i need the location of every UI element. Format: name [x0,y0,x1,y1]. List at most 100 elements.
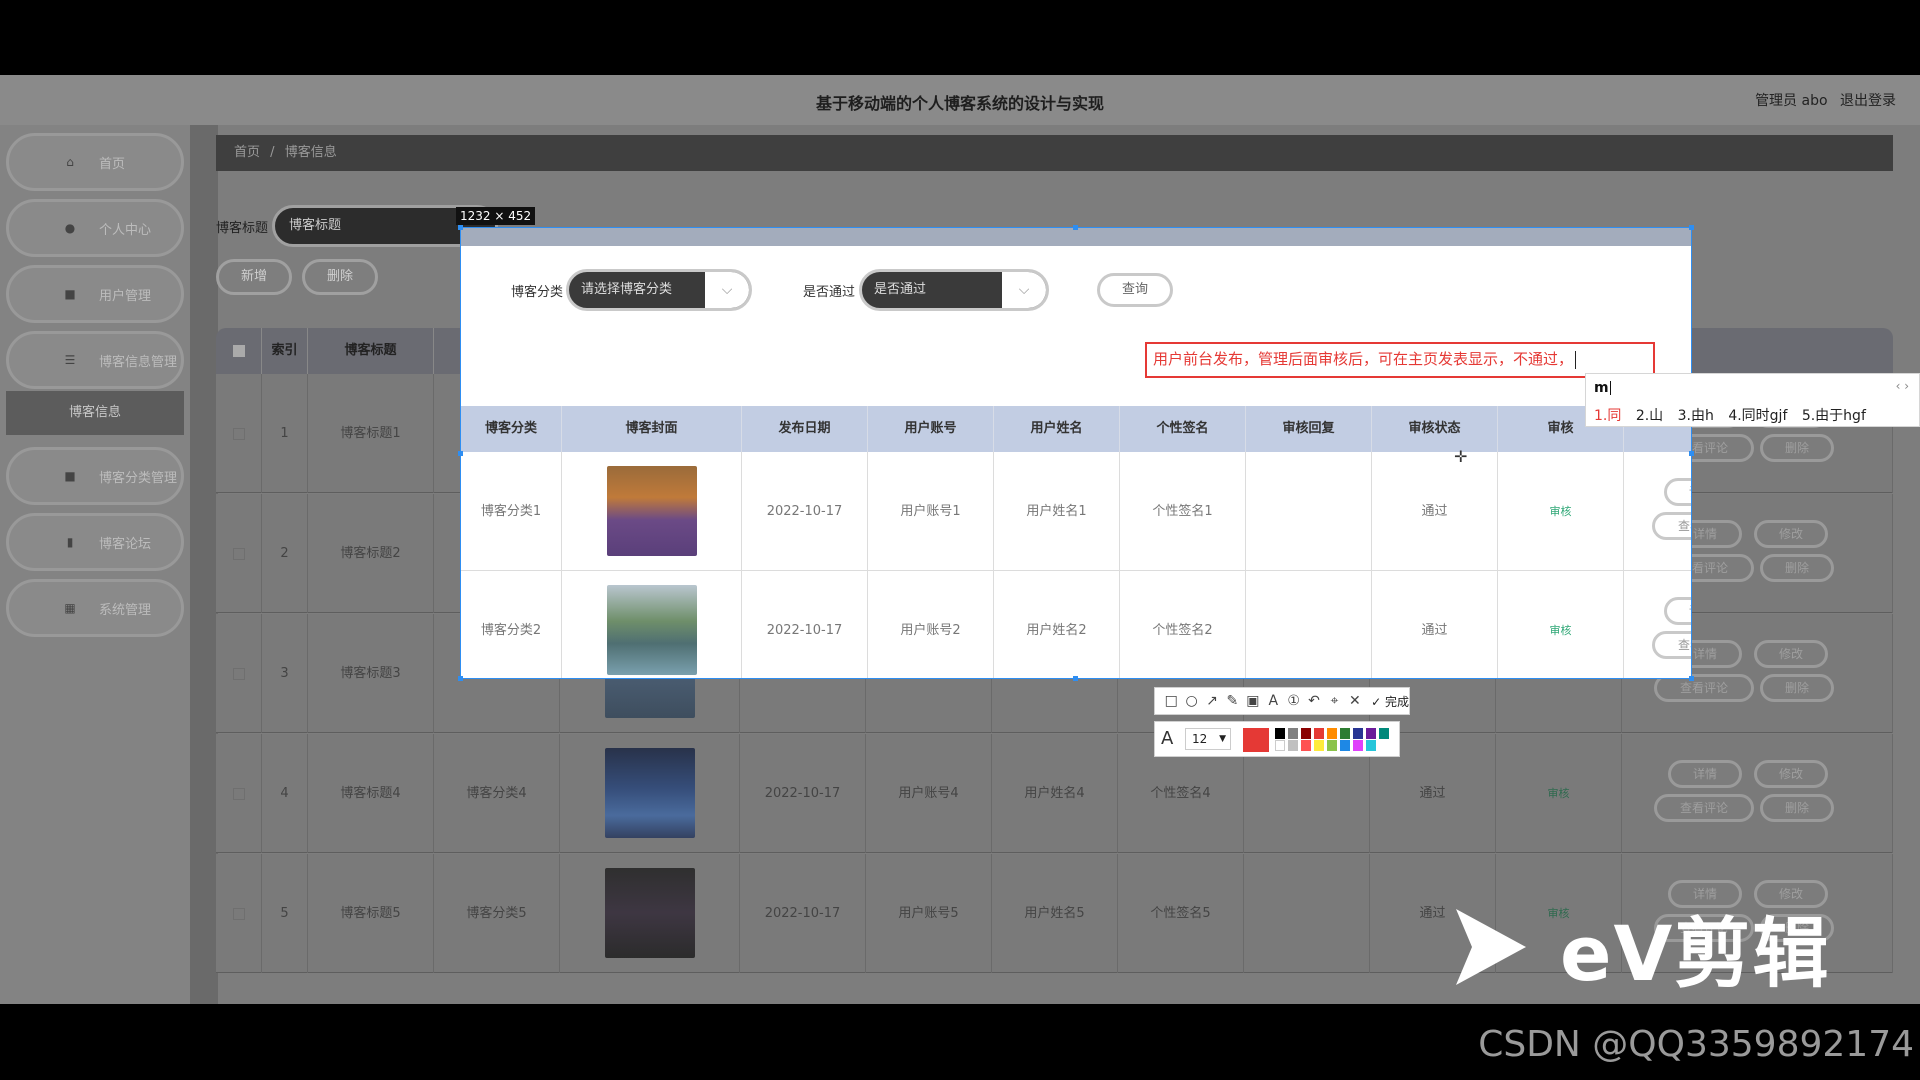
color-swatch[interactable] [1340,728,1350,739]
delete-button[interactable]: 删除 [1760,434,1834,462]
sidebar-item-users[interactable]: ■ 用户管理 [6,265,184,323]
color-swatch[interactable] [1301,740,1311,751]
edit-button[interactable]: 修改 [1754,640,1828,668]
cell-review-link[interactable]: 审核 [1496,734,1622,853]
font-size-select[interactable]: 12 ▼ [1185,728,1231,750]
ime-page-arrows-icon[interactable]: ‹ › [1896,379,1909,393]
resize-handle-n[interactable] [1073,225,1078,230]
resize-handle-w[interactable] [458,451,463,456]
cover-thumbnail[interactable] [606,585,697,675]
cover-thumbnail[interactable] [604,868,695,958]
cover-thumbnail[interactable] [604,748,695,838]
color-swatch[interactable] [1327,740,1337,751]
ime-candidate[interactable]: 3.由h [1678,408,1714,424]
text-style-toolbar: A 12 ▼ [1154,721,1400,757]
cell-title: 博客标题1 [308,374,434,493]
rectangle-tool-icon[interactable]: □ [1161,693,1181,709]
view-comments-button[interactable]: 查看评论 [1654,794,1754,822]
resize-handle-nw[interactable] [458,225,463,230]
delete-button[interactable]: 删除 [1760,794,1834,822]
detail-button[interactable]: 详情 [1668,760,1742,788]
row-checkbox[interactable] [216,374,262,493]
view-comments-button[interactable]: 查看评论 [1652,512,1691,540]
color-swatch[interactable] [1366,728,1376,739]
done-button[interactable]: ✓ 完成 [1371,693,1409,710]
row-checkbox[interactable] [216,494,262,613]
sidebar-item-profile[interactable]: ● 个人中心 [6,199,184,257]
category-select-value: 请选择博客分类 [581,282,673,297]
row-checkbox[interactable] [216,854,262,973]
color-swatch[interactable] [1379,728,1389,739]
detail-button[interactable]: 详情 [1664,478,1691,506]
text-tool-icon[interactable]: A [1263,693,1283,709]
ime-candidate[interactable]: 5.由于hgf [1802,408,1866,424]
sidebar-item-label: 博客分类管理 [99,470,178,486]
sidebar-item-forum[interactable]: ▮ 博客论坛 [6,513,184,571]
edit-button[interactable]: 修改 [1754,760,1828,788]
breadcrumb-home[interactable]: 首页 [234,145,260,160]
color-swatch[interactable] [1314,728,1324,739]
resize-handle-se[interactable] [1689,676,1694,681]
resize-handle-ne[interactable] [1689,225,1694,230]
pen-tool-icon[interactable]: ✎ [1222,693,1242,709]
delete-button[interactable]: 删除 [1760,674,1834,702]
color-swatch[interactable] [1366,740,1376,751]
sidebar-item-system[interactable]: ▦ 系统管理 [6,579,184,637]
logout-link[interactable]: 退出登录 [1840,93,1896,109]
color-swatch[interactable] [1353,740,1363,751]
ime-candidate[interactable]: 2.山 [1636,408,1663,424]
number-tool-icon[interactable]: ① [1283,693,1303,709]
category-select[interactable]: 请选择博客分类 ⌵ [566,269,752,311]
undo-icon[interactable]: ↶ [1304,693,1324,709]
color-swatch[interactable] [1301,728,1311,739]
ime-candidate[interactable]: 4.同时gjf [1728,408,1787,424]
resize-handle-e[interactable] [1689,451,1694,456]
current-color-swatch[interactable] [1243,728,1269,752]
row-checkbox[interactable] [216,734,262,853]
color-swatch[interactable] [1275,740,1285,751]
sidebar-item-category[interactable]: ■ 博客分类管理 [6,447,184,505]
detail-button[interactable]: 详情 [1664,597,1691,625]
cover-thumbnail[interactable] [606,466,697,556]
cell-title: 博客标题4 [308,734,434,853]
delete-button[interactable]: 删除 [1760,554,1834,582]
breadcrumb-current: 博客信息 [284,145,337,160]
ellipse-tool-icon[interactable]: ○ [1181,693,1201,709]
color-swatch[interactable] [1314,740,1324,751]
user-area: 管理员 abo 退出登录 [1747,90,1896,110]
sidebar-subitem-blog-info[interactable]: 博客信息 [6,391,184,435]
color-swatch[interactable] [1275,728,1285,739]
color-swatch[interactable] [1288,740,1298,751]
color-swatch[interactable] [1288,728,1298,739]
color-swatch[interactable] [1327,728,1337,739]
cell-review-link[interactable]: 审核 [1498,452,1624,571]
resize-handle-s[interactable] [1073,676,1078,681]
select-all-checkbox[interactable] [216,328,262,374]
cell-index: 4 [262,734,308,853]
sidebar-item-blog-manage[interactable]: ☰ 博客信息管理 [6,331,184,389]
pass-select[interactable]: 是否通过 ⌵ [859,269,1049,311]
annotation-text-box[interactable]: 用户前台发布，管理后面审核后，可在主页发表显示，不通过， [1145,342,1655,378]
view-comments-button[interactable]: 查看评论 [1652,631,1691,659]
cell-account: 用户账号2 [868,571,994,678]
cell-reply [1246,452,1372,571]
color-swatch[interactable] [1340,740,1350,751]
row-checkbox[interactable] [216,614,262,733]
ime-candidate[interactable]: 1.同 [1594,408,1621,424]
users-icon: ■ [64,287,76,301]
batch-delete-button[interactable]: 删除 [302,259,378,295]
add-button[interactable]: 新增 [216,259,292,295]
resize-handle-sw[interactable] [458,676,463,681]
close-icon[interactable]: ✕ [1345,693,1365,709]
sidebar-scrollbar[interactable] [190,125,218,1004]
query-button[interactable]: 查询 [1097,273,1173,307]
color-swatch[interactable] [1353,728,1363,739]
pass-search-label: 是否通过 [803,285,856,300]
cell-review-link[interactable]: 审核 [1498,571,1624,678]
pin-icon[interactable]: ⌖ [1324,693,1344,709]
cell-account: 用户账号5 [866,854,992,973]
arrow-tool-icon[interactable]: ↗ [1202,693,1222,709]
edit-button[interactable]: 修改 [1754,520,1828,548]
sidebar-item-home[interactable]: ⌂ 首页 [6,133,184,191]
mosaic-tool-icon[interactable]: ▣ [1243,693,1263,709]
